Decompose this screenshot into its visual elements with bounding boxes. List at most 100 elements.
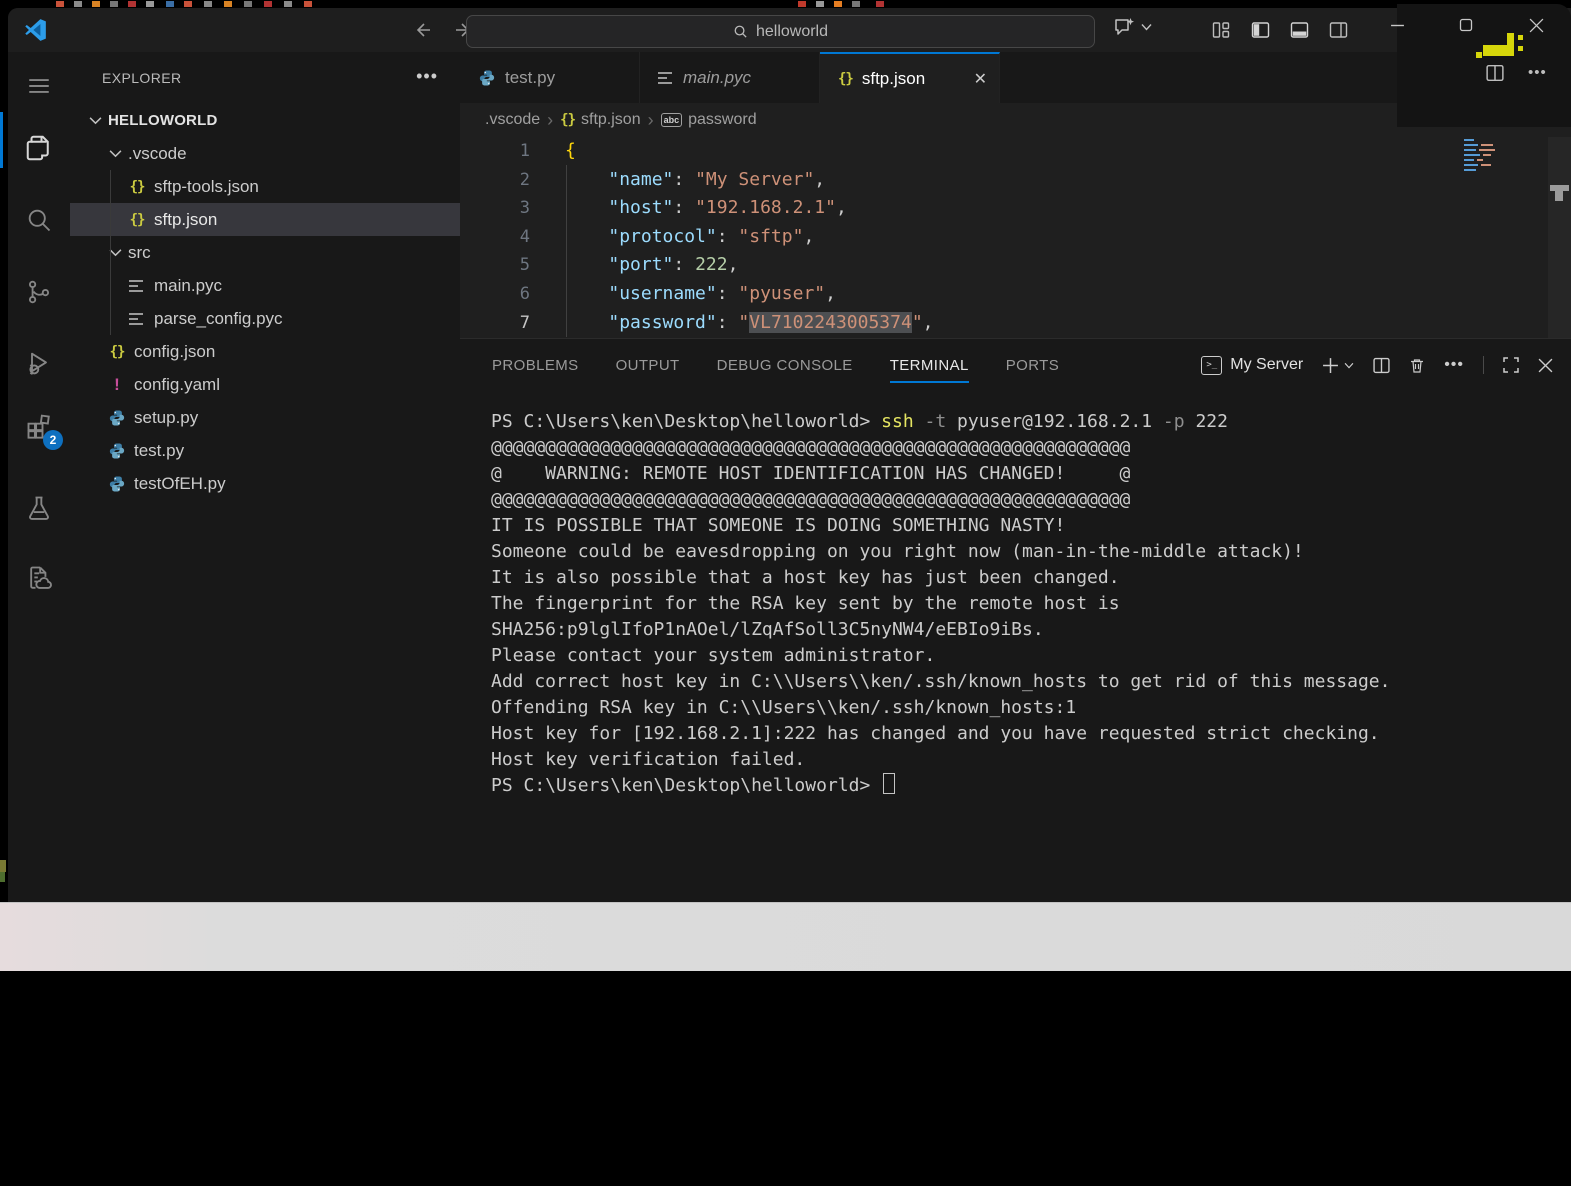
tree-item-main-pyc[interactable]: main.pyc	[70, 269, 460, 302]
close-tab-icon[interactable]: ✕	[974, 69, 987, 89]
tree-item-sftp-tools-json[interactable]: {}sftp-tools.json	[70, 170, 460, 203]
file-icon	[126, 313, 148, 325]
activity-item-extensions[interactable]: 2	[8, 402, 70, 450]
code-editor[interactable]: 1{2 "name": "My Server",3 "host": "192.1…	[460, 137, 1571, 338]
activity-item-menu[interactable]	[8, 62, 70, 110]
divider	[1483, 356, 1484, 374]
file-icon	[106, 442, 128, 460]
activity-item-remote-sftp[interactable]	[8, 554, 70, 602]
new-terminal-button[interactable]	[1322, 357, 1354, 374]
code-token: ,	[825, 283, 836, 304]
tab-test-py[interactable]: test.py	[460, 52, 640, 103]
tree-item-test-py[interactable]: test.py	[70, 434, 460, 467]
terminal-text: Offending RSA key in C:\\Users\\ken/.ssh…	[491, 697, 1076, 718]
code-token: "sftp"	[738, 226, 803, 247]
close-panel-button[interactable]	[1538, 358, 1553, 373]
search-icon	[733, 24, 748, 39]
terminal-output[interactable]: PS C:\Users\ken\Desktop\helloworld> ssh …	[491, 409, 1561, 896]
code-token: :	[673, 254, 695, 275]
json-icon: {}	[130, 179, 145, 195]
explorer-more-actions-button[interactable]: •••	[416, 66, 438, 87]
tree-item-sftp-json[interactable]: {}sftp.json	[70, 203, 460, 236]
tree-item-setup-py[interactable]: setup.py	[70, 401, 460, 434]
nav-back-button[interactable]	[408, 16, 436, 44]
python-icon	[108, 475, 126, 493]
code-token: :	[717, 283, 739, 304]
extensions-badge: 2	[43, 430, 63, 450]
terminal-text: Someone could be eavesdropping on you ri…	[491, 541, 1304, 562]
tree-item-parse-config-pyc[interactable]: parse_config.pyc	[70, 302, 460, 335]
activity-item-search[interactable]	[8, 196, 70, 244]
split-editor-button[interactable]	[1486, 64, 1504, 82]
tree-item-label: config.json	[134, 342, 215, 362]
panel-actions: >_ My Server •••	[1201, 339, 1553, 391]
code-token: ,	[814, 169, 825, 190]
background-tab-fleck	[204, 1, 212, 7]
copilot-icon	[1113, 16, 1137, 38]
background-tab-fleck	[244, 1, 252, 7]
command-center-search[interactable]: helloworld	[466, 15, 1095, 48]
code-token: "	[738, 312, 749, 333]
background-tab-fleck	[184, 1, 192, 7]
highlighter-cursor-artifact	[1518, 35, 1523, 40]
panel-tab-terminal[interactable]: TERMINAL	[890, 339, 969, 391]
vscode-window: helloworld 2 EXPLORER ••• HELLOWORLD.vsc…	[8, 8, 1571, 902]
customize-layout-button[interactable]	[1208, 16, 1234, 44]
highlighter-cursor-artifact	[1483, 45, 1507, 56]
vscode-logo-icon	[22, 17, 48, 43]
terminal-line: Please contact your system administrator…	[491, 643, 1561, 669]
tree-item--vscode[interactable]: .vscode	[70, 137, 460, 170]
kill-terminal-button[interactable]	[1409, 357, 1425, 374]
panel-tab-debug-console[interactable]: DEBUG CONSOLE	[717, 339, 853, 391]
background-tab-fleck	[166, 1, 174, 7]
activity-item-run-and-debug[interactable]	[8, 339, 70, 387]
terminal-text: @@@@@@@@@@@@@@@@@@@@@@@@@@@@@@@@@@@@@@@@…	[491, 489, 1130, 510]
python-icon	[108, 442, 126, 460]
editor-more-actions-button[interactable]: •••	[1528, 64, 1547, 82]
terminal-line: Host key verification failed.	[491, 747, 1561, 773]
terminal-text: It is also possible that a host key has …	[491, 567, 1120, 588]
activity-item-testing[interactable]	[8, 484, 70, 532]
file-icon: {}	[838, 71, 853, 87]
background-tab-fleck	[224, 1, 232, 7]
toggle-bottom-panel-button[interactable]	[1286, 16, 1312, 44]
panel-tab-output[interactable]: OUTPUT	[616, 339, 680, 391]
code-token	[565, 226, 608, 247]
minimize-button[interactable]	[1377, 10, 1417, 40]
tab-sftp-json[interactable]: {}sftp.json✕	[820, 52, 1000, 103]
chevron-down-icon	[1141, 23, 1152, 31]
breadcrumb-label: .vscode	[485, 111, 540, 129]
tree-item-testofeh-py[interactable]: testOfEH.py	[70, 467, 460, 500]
file-icon	[126, 280, 148, 292]
copilot-button[interactable]	[1113, 16, 1152, 38]
python-icon	[478, 69, 496, 87]
maximize-panel-button[interactable]	[1503, 357, 1519, 373]
panel-tab-problems[interactable]: PROBLEMS	[492, 339, 579, 391]
tree-item-config-json[interactable]: {}config.json	[70, 335, 460, 368]
tab-main-pyc[interactable]: main.pyc	[640, 52, 820, 103]
maximize-button[interactable]	[1446, 10, 1486, 40]
toggle-right-sidebar-button[interactable]	[1325, 16, 1351, 44]
panel-tab-ports[interactable]: PORTS	[1006, 339, 1059, 391]
breadcrumb-item--vscode[interactable]: .vscode	[485, 111, 540, 129]
terminal-line: PS C:\Users\ken\Desktop\helloworld>	[491, 773, 1561, 799]
activity-item-explorer[interactable]	[8, 124, 70, 172]
code-token: 222	[695, 254, 728, 275]
breadcrumb-item-sftp-json[interactable]: {}sftp.json	[560, 111, 640, 129]
code-token: ,	[836, 197, 847, 218]
breadcrumb-label: sftp.json	[581, 111, 641, 129]
tree-item-config-yaml[interactable]: !config.yaml	[70, 368, 460, 401]
panel-tab-label: PORTS	[1006, 357, 1059, 374]
code-line: 3 "host": "192.168.2.1",	[460, 194, 1571, 223]
explorer-sidebar: EXPLORER ••• HELLOWORLD.vscode{}sftp-too…	[70, 52, 461, 902]
tree-item-helloworld[interactable]: HELLOWORLD	[70, 104, 460, 137]
toggle-left-sidebar-button[interactable]	[1247, 16, 1273, 44]
terminal-instance-selector[interactable]: >_ My Server	[1201, 356, 1303, 375]
tree-item-src[interactable]: src	[70, 236, 460, 269]
split-terminal-button[interactable]	[1373, 357, 1390, 374]
activity-item-source-control[interactable]	[8, 268, 70, 316]
breadcrumb-item-password[interactable]: abcpassword	[661, 111, 757, 129]
code-token: "	[912, 312, 923, 333]
terminal-line: Offending RSA key in C:\\Users\\ken/.ssh…	[491, 695, 1561, 721]
more-actions-button[interactable]: •••	[1444, 356, 1464, 374]
